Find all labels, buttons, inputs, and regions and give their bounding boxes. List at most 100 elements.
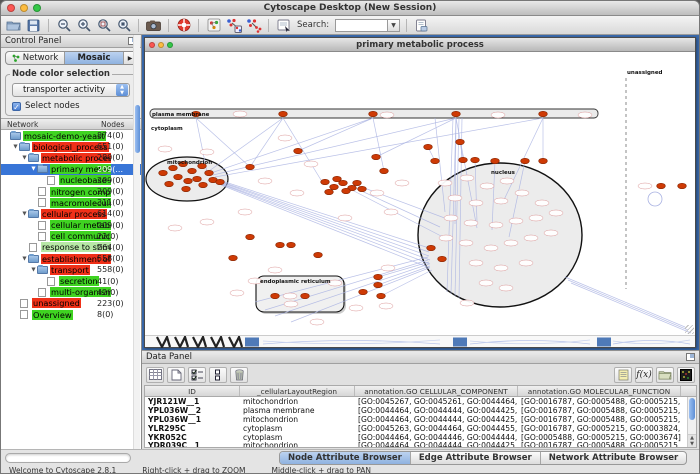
tree-row-mosaic-demo-yeast[interactable]: mosaic-demo-yeast874(0) (1, 130, 141, 141)
data-panel-float-icon[interactable] (686, 353, 695, 361)
tree-scrollbar[interactable] (133, 35, 140, 449)
tree-row-multi-organism-pro[interactable]: multi-organism pro42(0) (1, 287, 141, 298)
gene-node (287, 242, 296, 247)
layout-spring-icon (246, 18, 262, 33)
annotations-button[interactable] (275, 17, 292, 33)
expand-triangle-icon[interactable]: ▼ (30, 267, 37, 273)
svg-text:nucleus: nucleus (491, 170, 516, 176)
tree-row-unassigned[interactable]: unassigned223(0) (1, 298, 141, 309)
select-attributes-button[interactable] (188, 367, 206, 383)
save-session-button[interactable] (25, 17, 42, 33)
expand-triangle-icon[interactable]: ▼ (21, 256, 28, 262)
search-label: Search: (297, 20, 329, 30)
tree-item-node-count: 874(0) (97, 131, 124, 140)
tree-row-overview[interactable]: Overview8(0) (1, 309, 141, 320)
expand-triangle-icon[interactable]: ▼ (21, 211, 28, 217)
tree-row-biological-process[interactable]: ▼biological_process651(0) (1, 141, 141, 152)
table-row[interactable]: YDR039C__1mitochondrion[GO:0044464, GO:0… (145, 441, 696, 448)
apply-layout-button[interactable] (225, 17, 242, 33)
gene-node (427, 245, 436, 250)
help-button[interactable] (175, 17, 192, 33)
column-header[interactable]: annotation.GO MOLECULAR_FUNCTION (518, 386, 681, 396)
select-nodes-row[interactable]: ✓ Select nodes (12, 101, 132, 111)
zoom-out-button[interactable] (55, 17, 72, 33)
attribute-editor-button[interactable] (614, 367, 632, 383)
expand-triangle-icon[interactable]: ▼ (21, 155, 28, 161)
attribute-table: ID_cellularLayoutRegionannotation.GO CEL… (144, 385, 697, 448)
table-scrollbar[interactable]: ▲▼ (687, 397, 696, 447)
tree-row-establishment-of-lo[interactable]: ▼establishment of lo558(0) (1, 253, 141, 264)
table-cell: cytoplasm (240, 433, 355, 442)
tree-scrollbar-thumb[interactable] (135, 105, 140, 153)
tab-edge-attribute-browser[interactable]: Edge Attribute Browser (411, 452, 541, 464)
tree-row-cell-communicat[interactable]: cell communicat22(0) (1, 231, 141, 242)
attribute-table-button[interactable] (146, 367, 164, 383)
table-row[interactable]: YPL036W__1mitochondrion[GO:0044464, GO:0… (145, 415, 696, 424)
zoom-in-button[interactable] (75, 17, 92, 33)
table-row[interactable]: YKR052Ccytoplasm[GO:0044464, GO:0044446,… (145, 433, 696, 442)
import-attribute-file-button[interactable] (656, 367, 674, 383)
tree-row-nucleobase-c[interactable]: nucleobase-c209(0) (1, 175, 141, 186)
tree-item-label: mosaic-demo-yeast (23, 131, 106, 141)
delete-attribute-button[interactable] (230, 367, 248, 383)
import-attributes-button[interactable] (413, 17, 430, 33)
attribute-matrix-button[interactable] (677, 367, 695, 383)
self-loop-edge (648, 192, 662, 206)
network-tree-header: Network Nodes (1, 118, 141, 130)
node-color-dropdown[interactable]: transporter activity ▲▼ (12, 83, 130, 97)
tab-mosaic[interactable]: Mosaic (65, 52, 124, 64)
table-scrollbar-thumb[interactable] (689, 398, 695, 420)
search-input[interactable] (335, 19, 387, 32)
tree-row-macromolecule[interactable]: macromolecule311(0) (1, 197, 141, 208)
tree-row-secretion[interactable]: secretion41(0) (1, 275, 141, 286)
tab-node-attribute-browser[interactable]: Node Attribute Browser (280, 452, 411, 464)
folder-icon (19, 143, 30, 151)
export-image-button[interactable] (145, 17, 162, 33)
tree-row-response-to-stimulu[interactable]: response to stimulu264(0) (1, 242, 141, 253)
resize-grip[interactable] (685, 325, 694, 334)
network-overview-button[interactable] (205, 17, 222, 33)
tree-row-nitrogen-compo[interactable]: nitrogen compo209(0) (1, 186, 141, 197)
zoom-selected-button[interactable] (95, 17, 112, 33)
node-color-selection-group: Node color selection transporter activit… (5, 69, 137, 116)
window-titlebar[interactable]: Cytoscape Desktop (New Session) (1, 1, 699, 16)
gene-node (182, 186, 191, 191)
tree-item-node-count: 209(0) (97, 187, 124, 196)
data-panel-title: Data Panel (146, 352, 192, 362)
table-scrollbar-arrows[interactable]: ▲▼ (688, 434, 696, 447)
tree-row-metabolic-process[interactable]: ▼metabolic process280(0) (1, 152, 141, 163)
file-icon (29, 243, 37, 252)
tree-row-transport[interactable]: ▼transport558(0) (1, 264, 141, 275)
tab-network[interactable]: Network (6, 52, 65, 64)
expand-triangle-icon[interactable]: ▼ (30, 166, 37, 172)
data-panel-header: Data Panel (142, 351, 699, 364)
create-attribute-button[interactable] (167, 367, 185, 383)
zoom-fit-button[interactable] (115, 17, 132, 33)
tree-row-cellular-metabo[interactable]: cellular metabo209(0) (1, 220, 141, 231)
column-header[interactable]: _cellularLayoutRegion (240, 386, 355, 396)
tree-row-primary-metabo[interactable]: ▼primary metabo209(... (1, 164, 141, 175)
apply-spring-layout-button[interactable] (245, 17, 262, 33)
table-row[interactable]: YJR121W__1mitochondrion[GO:0045267, GO:0… (145, 397, 696, 406)
network-graph[interactable]: plasma membranecytoplasmmitochondrionnuc… (145, 52, 695, 336)
select-nodes-checkbox[interactable]: ✓ (12, 102, 21, 111)
network-window-titlebar[interactable]: primary metabolic process (145, 38, 695, 52)
file-icon (38, 198, 46, 207)
network-canvas[interactable]: plasma membranecytoplasmmitochondrionnuc… (145, 52, 695, 347)
open-session-button[interactable] (5, 17, 22, 33)
function-builder-button[interactable]: f(x) (635, 367, 653, 383)
search-dropdown-button[interactable]: ▼ (387, 19, 400, 32)
unselect-attributes-button[interactable] (209, 367, 227, 383)
select-nodes-label: Select nodes (25, 101, 80, 111)
tab-network-attribute-browser[interactable]: Network Attribute Browser (541, 452, 687, 464)
column-header[interactable]: annotation.GO CELLULAR_COMPONENT (355, 386, 518, 396)
network-view-window[interactable]: primary metabolic process plasma membran… (144, 37, 696, 348)
column-header[interactable]: ID (145, 386, 240, 396)
data-panel-toolbar: f(x) (142, 364, 699, 385)
gene-node (159, 170, 168, 175)
gene-node (188, 168, 197, 173)
table-row[interactable]: YPL036W__2plasma membrane[GO:0044464, GO… (145, 406, 696, 415)
tree-row-cellular-process[interactable]: ▼cellular process614(0) (1, 208, 141, 219)
expand-triangle-icon[interactable]: ▼ (12, 144, 19, 150)
table-row[interactable]: YLR295Ccytoplasm[GO:0045263, GO:0044464,… (145, 424, 696, 433)
